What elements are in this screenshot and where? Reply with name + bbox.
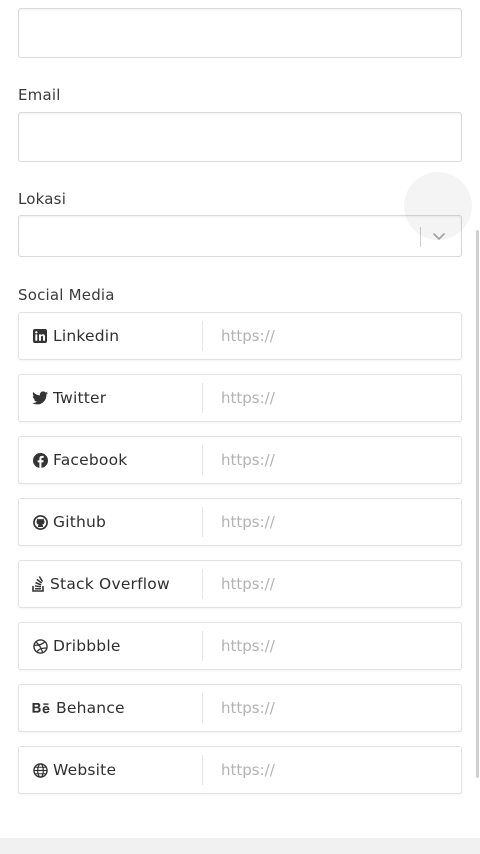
twitter-url-input[interactable] bbox=[203, 375, 461, 421]
social-row-facebook: Facebook bbox=[18, 436, 462, 484]
social-label-behance: Behance bbox=[56, 699, 125, 717]
linkedin-url-input[interactable] bbox=[203, 313, 461, 359]
social-label-stack-overflow: Stack Overflow bbox=[50, 575, 170, 593]
social-row-twitter: Twitter bbox=[18, 374, 462, 422]
location-label: Lokasi bbox=[18, 190, 67, 208]
website-url-input[interactable] bbox=[203, 747, 461, 793]
github-icon bbox=[32, 514, 48, 530]
social-name-facebook: Facebook bbox=[19, 437, 202, 483]
twitter-icon bbox=[32, 390, 48, 406]
social-name-website: Website bbox=[19, 747, 202, 793]
top-text-field[interactable] bbox=[18, 8, 462, 58]
social-label-linkedin: Linkedin bbox=[53, 327, 120, 345]
linkedin-icon bbox=[32, 328, 48, 344]
facebook-icon bbox=[32, 452, 48, 468]
location-select[interactable] bbox=[18, 215, 462, 257]
touch-ripple bbox=[404, 172, 472, 240]
social-name-dribbble: Dribbble bbox=[19, 623, 202, 669]
github-url-input[interactable] bbox=[203, 499, 461, 545]
dribbble-url-input[interactable] bbox=[203, 623, 461, 669]
behance-url-input[interactable] bbox=[203, 685, 461, 731]
social-label-twitter: Twitter bbox=[53, 389, 107, 407]
facebook-url-input[interactable] bbox=[203, 437, 461, 483]
dribbble-icon bbox=[32, 638, 48, 654]
social-name-linkedin: Linkedin bbox=[19, 313, 202, 359]
social-row-github: Github bbox=[18, 498, 462, 546]
social-media-label: Social Media bbox=[18, 286, 115, 304]
social-name-stack-overflow: Stack Overflow bbox=[19, 561, 202, 607]
scrollbar[interactable] bbox=[476, 230, 479, 778]
social-label-github: Github bbox=[53, 513, 107, 531]
social-label-facebook: Facebook bbox=[53, 451, 128, 469]
social-row-behance: Behance bbox=[18, 684, 462, 732]
social-name-behance: Behance bbox=[19, 685, 202, 731]
social-name-github: Github bbox=[19, 499, 202, 545]
social-row-stack-overflow: Stack Overflow bbox=[18, 560, 462, 608]
social-label-website: Website bbox=[53, 761, 117, 779]
email-field[interactable] bbox=[18, 112, 462, 162]
social-row-dribbble: Dribbble bbox=[18, 622, 462, 670]
social-label-dribbble: Dribbble bbox=[53, 637, 121, 655]
stack-overflow-url-input[interactable] bbox=[203, 561, 461, 607]
email-label: Email bbox=[18, 86, 61, 104]
behance-icon bbox=[32, 700, 51, 716]
social-row-website: Website bbox=[18, 746, 462, 794]
social-row-linkedin: Linkedin bbox=[18, 312, 462, 360]
social-name-twitter: Twitter bbox=[19, 375, 202, 421]
stack-overflow-icon bbox=[32, 576, 45, 592]
globe-icon bbox=[32, 762, 48, 778]
bottom-bar bbox=[0, 838, 480, 854]
